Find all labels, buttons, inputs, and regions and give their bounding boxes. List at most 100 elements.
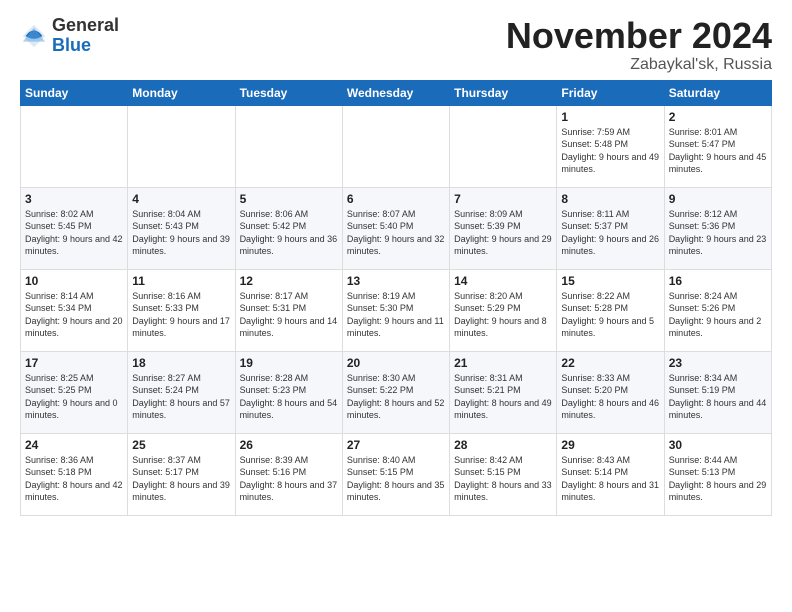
calendar-cell: 22Sunrise: 8:33 AM Sunset: 5:20 PM Dayli… <box>557 351 664 433</box>
day-info: Sunrise: 8:30 AM Sunset: 5:22 PM Dayligh… <box>347 372 445 422</box>
calendar-cell <box>128 105 235 187</box>
day-number: 14 <box>454 274 552 288</box>
day-info: Sunrise: 8:14 AM Sunset: 5:34 PM Dayligh… <box>25 290 123 340</box>
day-number: 16 <box>669 274 767 288</box>
day-info: Sunrise: 8:36 AM Sunset: 5:18 PM Dayligh… <box>25 454 123 504</box>
calendar-cell: 4Sunrise: 8:04 AM Sunset: 5:43 PM Daylig… <box>128 187 235 269</box>
day-info: Sunrise: 8:40 AM Sunset: 5:15 PM Dayligh… <box>347 454 445 504</box>
day-number: 18 <box>132 356 230 370</box>
calendar-cell: 14 Sunrise: 8:20 AM Sunset: 5:29 PM Dayli… <box>450 269 557 351</box>
day-number: 20 <box>347 356 445 370</box>
calendar-header: Sunday Monday Tuesday Wednesday Thursday… <box>21 80 772 105</box>
day-info: Sunrise: 8:31 AM Sunset: 5:21 PM Dayligh… <box>454 372 552 422</box>
day-info: Sunrise: 8:04 AM Sunset: 5:43 PM Dayligh… <box>132 208 230 258</box>
calendar-cell: 28 Sunrise: 8:42 AM Sunset: 5:15 PM Dayli… <box>450 433 557 515</box>
day-info: Sunrise: 8:28 AM Sunset: 5:23 PM Dayligh… <box>240 372 338 422</box>
day-number: 6 <box>347 192 445 206</box>
calendar-cell <box>450 105 557 187</box>
day-number: 9 <box>669 192 767 206</box>
day-number: 8 <box>561 192 659 206</box>
calendar-cell: 13 Sunrise: 8:19 AM Sunset: 5:30 PM Dayli… <box>342 269 449 351</box>
day-info: Sunrise: 8:09 AM Sunset: 5:39 PM Dayligh… <box>454 208 552 258</box>
calendar-week-2: 3Sunrise: 8:02 AM Sunset: 5:45 PM Daylig… <box>21 187 772 269</box>
calendar-week-4: 17 Sunrise: 8:25 AM Sunset: 5:25 PM Dayli… <box>21 351 772 433</box>
header-thursday: Thursday <box>450 80 557 105</box>
logo-text: General Blue <box>52 16 119 56</box>
day-info: Sunrise: 8:22 AM Sunset: 5:28 PM Dayligh… <box>561 290 659 340</box>
header-wednesday: Wednesday <box>342 80 449 105</box>
calendar-cell: 16 Sunrise: 8:24 AM Sunset: 5:26 PM Dayli… <box>664 269 771 351</box>
calendar-cell: 19Sunrise: 8:28 AM Sunset: 5:23 PM Dayli… <box>235 351 342 433</box>
day-number: 23 <box>669 356 767 370</box>
calendar-cell: 8 Sunrise: 8:11 AM Sunset: 5:37 PM Daylig… <box>557 187 664 269</box>
day-info: Sunrise: 8:07 AM Sunset: 5:40 PM Dayligh… <box>347 208 445 258</box>
day-info: Sunrise: 8:06 AM Sunset: 5:42 PM Dayligh… <box>240 208 338 258</box>
calendar-week-1: 1Sunrise: 7:59 AM Sunset: 5:48 PM Daylig… <box>21 105 772 187</box>
calendar-cell: 24 Sunrise: 8:36 AM Sunset: 5:18 PM Dayli… <box>21 433 128 515</box>
calendar-cell: 27Sunrise: 8:40 AM Sunset: 5:15 PM Dayli… <box>342 433 449 515</box>
day-number: 7 <box>454 192 552 206</box>
calendar-week-5: 24 Sunrise: 8:36 AM Sunset: 5:18 PM Dayli… <box>21 433 772 515</box>
day-info: Sunrise: 8:25 AM Sunset: 5:25 PM Dayligh… <box>25 372 123 422</box>
calendar-cell <box>342 105 449 187</box>
month-title: November 2024 <box>506 16 772 56</box>
page: General Blue November 2024 Zabaykal'sk, … <box>0 0 792 612</box>
day-number: 21 <box>454 356 552 370</box>
day-number: 17 <box>25 356 123 370</box>
calendar-cell: 9 Sunrise: 8:12 AM Sunset: 5:36 PM Daylig… <box>664 187 771 269</box>
calendar-cell: 30 Sunrise: 8:44 AM Sunset: 5:13 PM Dayli… <box>664 433 771 515</box>
day-number: 10 <box>25 274 123 288</box>
calendar-cell: 18 Sunrise: 8:27 AM Sunset: 5:24 PM Dayli… <box>128 351 235 433</box>
calendar-cell: 25Sunrise: 8:37 AM Sunset: 5:17 PM Dayli… <box>128 433 235 515</box>
day-number: 30 <box>669 438 767 452</box>
calendar-cell: 3Sunrise: 8:02 AM Sunset: 5:45 PM Daylig… <box>21 187 128 269</box>
day-info: Sunrise: 8:37 AM Sunset: 5:17 PM Dayligh… <box>132 454 230 504</box>
day-info: Sunrise: 8:11 AM Sunset: 5:37 PM Dayligh… <box>561 208 659 258</box>
day-info: Sunrise: 8:43 AM Sunset: 5:14 PM Dayligh… <box>561 454 659 504</box>
weekday-header-row: Sunday Monday Tuesday Wednesday Thursday… <box>21 80 772 105</box>
day-number: 15 <box>561 274 659 288</box>
day-number: 13 <box>347 274 445 288</box>
calendar-cell: 29 Sunrise: 8:43 AM Sunset: 5:14 PM Dayli… <box>557 433 664 515</box>
calendar-cell: 15 Sunrise: 8:22 AM Sunset: 5:28 PM Dayli… <box>557 269 664 351</box>
header-row: General Blue November 2024 Zabaykal'sk, … <box>20 16 772 74</box>
day-number: 1 <box>561 110 659 124</box>
calendar-cell <box>235 105 342 187</box>
location: Zabaykal'sk, Russia <box>506 56 772 74</box>
logo-general-text: General <box>52 16 119 36</box>
calendar-cell: 1Sunrise: 7:59 AM Sunset: 5:48 PM Daylig… <box>557 105 664 187</box>
day-info: Sunrise: 8:20 AM Sunset: 5:29 PM Dayligh… <box>454 290 552 340</box>
day-info: Sunrise: 8:02 AM Sunset: 5:45 PM Dayligh… <box>25 208 123 258</box>
day-number: 12 <box>240 274 338 288</box>
day-info: Sunrise: 8:12 AM Sunset: 5:36 PM Dayligh… <box>669 208 767 258</box>
day-number: 24 <box>25 438 123 452</box>
day-info: Sunrise: 8:19 AM Sunset: 5:30 PM Dayligh… <box>347 290 445 340</box>
day-info: Sunrise: 8:44 AM Sunset: 5:13 PM Dayligh… <box>669 454 767 504</box>
logo-blue-text: Blue <box>52 36 119 56</box>
calendar-cell: 6 Sunrise: 8:07 AM Sunset: 5:40 PM Daylig… <box>342 187 449 269</box>
calendar-cell: 12 Sunrise: 8:17 AM Sunset: 5:31 PM Dayli… <box>235 269 342 351</box>
calendar-week-3: 10 Sunrise: 8:14 AM Sunset: 5:34 PM Dayli… <box>21 269 772 351</box>
day-info: Sunrise: 8:34 AM Sunset: 5:19 PM Dayligh… <box>669 372 767 422</box>
header-saturday: Saturday <box>664 80 771 105</box>
calendar-cell: 26Sunrise: 8:39 AM Sunset: 5:16 PM Dayli… <box>235 433 342 515</box>
day-number: 26 <box>240 438 338 452</box>
calendar-cell <box>21 105 128 187</box>
logo: General Blue <box>20 16 119 56</box>
day-number: 29 <box>561 438 659 452</box>
day-number: 2 <box>669 110 767 124</box>
day-number: 22 <box>561 356 659 370</box>
day-info: Sunrise: 8:24 AM Sunset: 5:26 PM Dayligh… <box>669 290 767 340</box>
header-tuesday: Tuesday <box>235 80 342 105</box>
day-info: Sunrise: 8:27 AM Sunset: 5:24 PM Dayligh… <box>132 372 230 422</box>
calendar-cell: 5 Sunrise: 8:06 AM Sunset: 5:42 PM Daylig… <box>235 187 342 269</box>
logo-icon <box>20 22 48 50</box>
day-number: 28 <box>454 438 552 452</box>
day-number: 5 <box>240 192 338 206</box>
header-monday: Monday <box>128 80 235 105</box>
calendar-body: 1Sunrise: 7:59 AM Sunset: 5:48 PM Daylig… <box>21 105 772 515</box>
calendar-cell: 23 Sunrise: 8:34 AM Sunset: 5:19 PM Dayli… <box>664 351 771 433</box>
day-info: Sunrise: 8:42 AM Sunset: 5:15 PM Dayligh… <box>454 454 552 504</box>
calendar-cell: 2Sunrise: 8:01 AM Sunset: 5:47 PM Daylig… <box>664 105 771 187</box>
day-info: Sunrise: 8:17 AM Sunset: 5:31 PM Dayligh… <box>240 290 338 340</box>
